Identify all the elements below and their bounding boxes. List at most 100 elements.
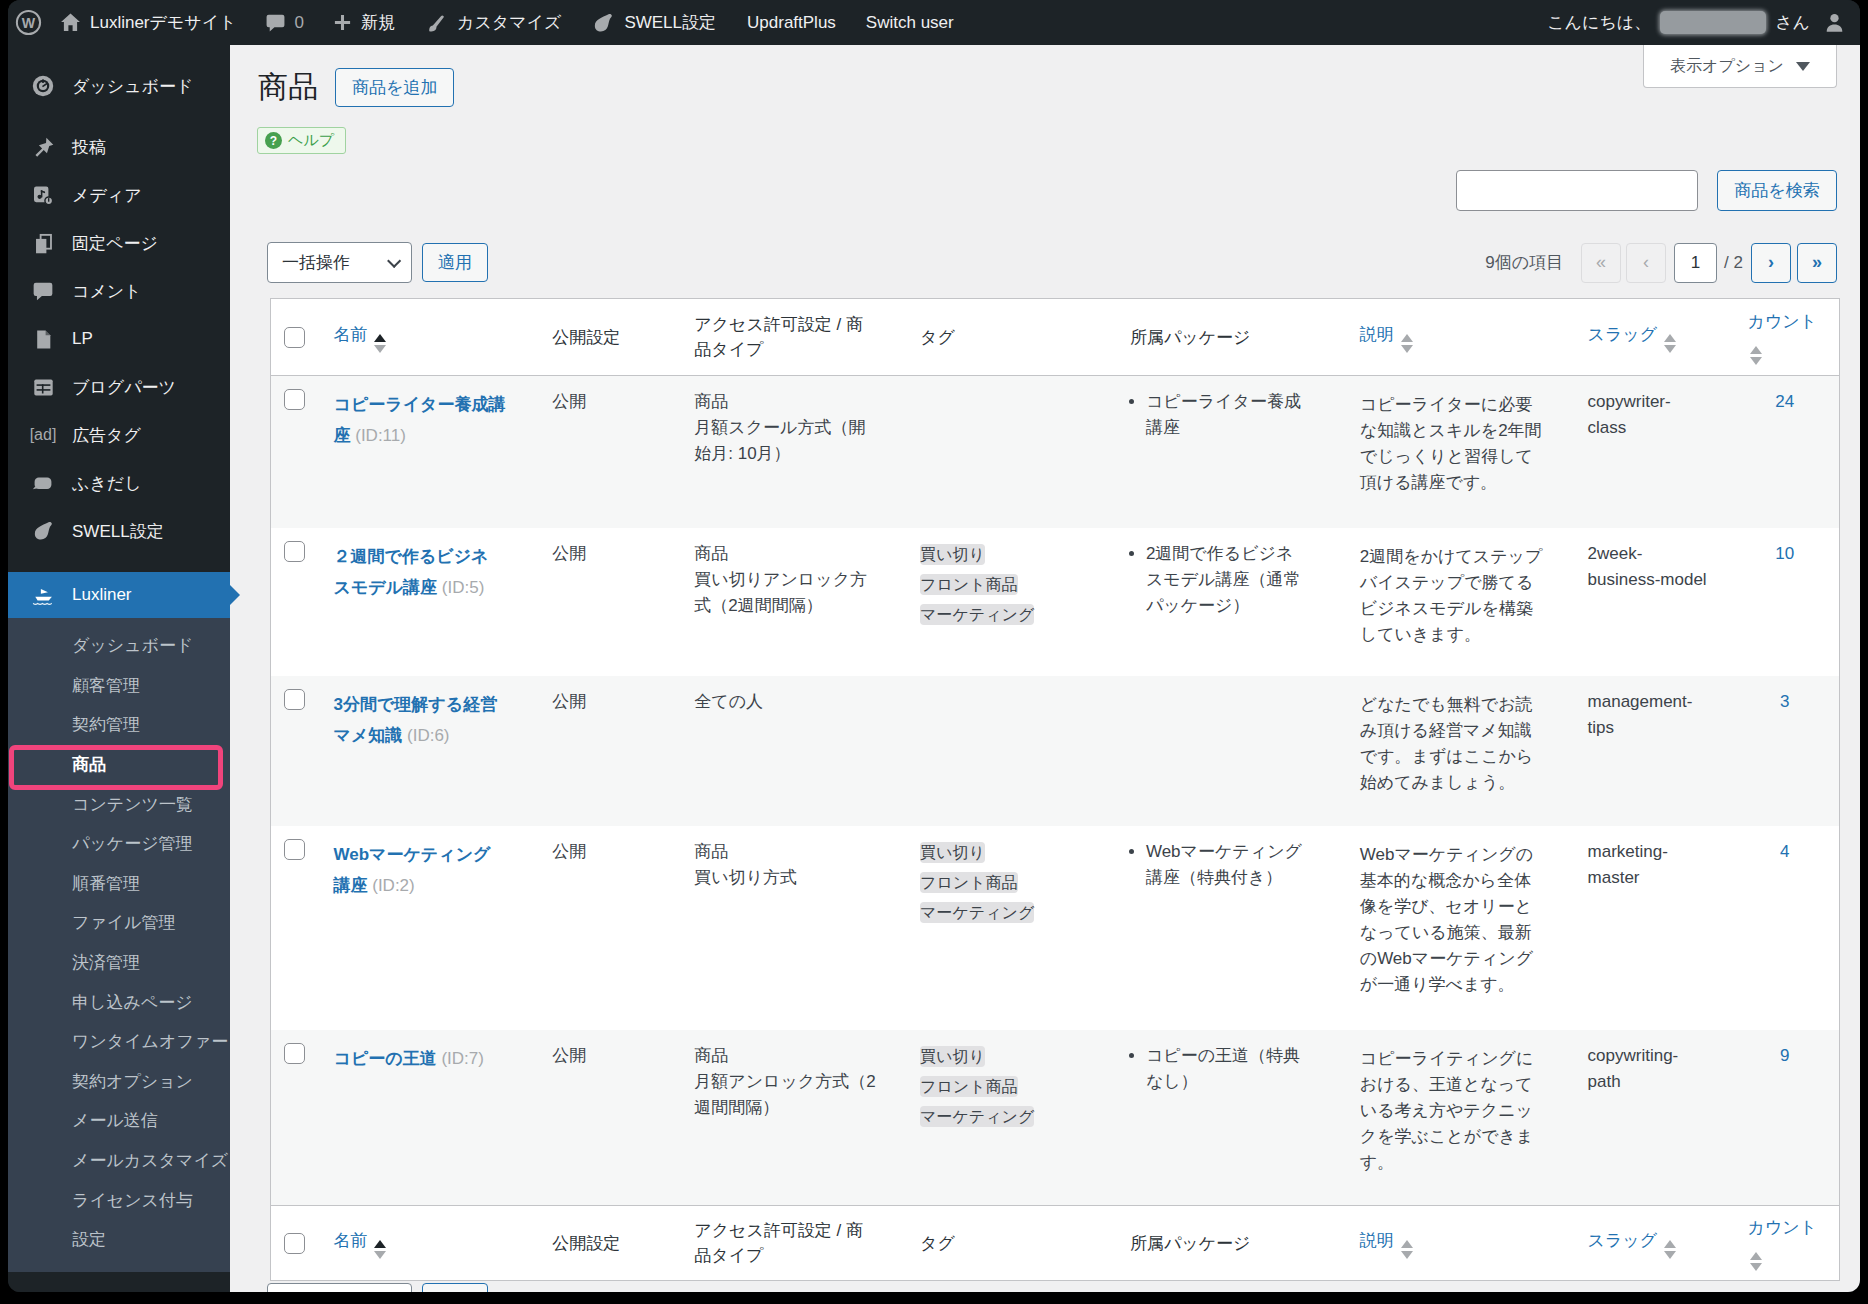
count-link[interactable]: 9 xyxy=(1780,1046,1789,1065)
submenu-item-order[interactable]: 順番管理 xyxy=(8,864,230,904)
table-header-row: 名前 公開設定 アクセス許可設定 / 商 品タイプ タグ 所属パッケージ 説明 … xyxy=(271,299,1840,376)
table-row: コピーの王道 (ID:7) 公開 商品 月額アンロック方式（2 週間間隔） 買い… xyxy=(271,1030,1840,1206)
row-checkbox[interactable] xyxy=(284,689,305,710)
row-checkbox[interactable] xyxy=(284,389,305,410)
comments-link[interactable]: 0 xyxy=(265,12,304,33)
screen-options-button[interactable]: 表示オプション xyxy=(1643,45,1837,88)
updraftplus-link[interactable]: UpdraftPlus xyxy=(747,13,836,33)
sort-by-description[interactable]: 説明 xyxy=(1360,1231,1394,1250)
count-link[interactable]: 10 xyxy=(1775,544,1794,563)
submenu-item-payments[interactable]: 決済管理 xyxy=(8,943,230,983)
row-checkbox[interactable] xyxy=(284,1043,305,1064)
submenu-item-files[interactable]: ファイル管理 xyxy=(8,903,230,943)
table-footer-row: 名前 公開設定 アクセス許可設定 / 商 品タイプ タグ 所属パッケージ 説明 … xyxy=(271,1206,1840,1281)
add-product-button[interactable]: 商品を追加 xyxy=(335,68,454,107)
submenu-item-mail-send[interactable]: メール送信 xyxy=(8,1101,230,1141)
tag-pill: 買い切り xyxy=(920,842,985,863)
help-badge[interactable]: ? ヘルプ xyxy=(257,127,346,154)
wordpress-logo[interactable]: W xyxy=(15,9,42,36)
customize-button[interactable]: カスタマイズ xyxy=(426,11,561,34)
prev-page-button[interactable]: ‹ xyxy=(1626,243,1666,283)
sidebar-item-label: 投稿 xyxy=(72,136,106,159)
last-page-button[interactable]: » xyxy=(1797,243,1837,283)
submenu-item-mail-customize[interactable]: メールカスタマイズ xyxy=(8,1141,230,1181)
product-name-link[interactable]: コピーの王道 xyxy=(333,1049,436,1068)
sidebar-item-dashboard[interactable]: ダッシュボード xyxy=(8,62,230,110)
swell-settings-link[interactable]: SWELL設定 xyxy=(591,11,716,35)
row-checkbox[interactable] xyxy=(284,541,305,562)
access-type: 全ての人 xyxy=(690,676,918,826)
submenu-item-contract-options[interactable]: 契約オプション xyxy=(8,1062,230,1102)
count-link[interactable]: 3 xyxy=(1780,692,1789,711)
select-all-checkbox[interactable] xyxy=(284,327,305,348)
chevron-down-icon xyxy=(387,253,401,267)
switch-user-link[interactable]: Switch user xyxy=(866,13,954,33)
published-status: 公開 xyxy=(545,676,690,826)
search-input[interactable] xyxy=(1456,170,1698,211)
submenu-item-settings[interactable]: 設定 xyxy=(8,1220,230,1260)
sidebar-item-pages[interactable]: 固定ページ xyxy=(8,219,230,267)
sort-by-name[interactable]: 名前 xyxy=(333,1231,367,1250)
bulk-action-label: 一括操作 xyxy=(282,251,350,274)
first-page-button[interactable]: « xyxy=(1581,243,1621,283)
sort-by-count[interactable]: カウント xyxy=(1748,312,1818,331)
sort-by-slug[interactable]: スラッグ xyxy=(1588,1231,1658,1250)
apply-button[interactable]: 適用 xyxy=(422,243,488,282)
bulk-action-select-bottom[interactable]: 一括操作 xyxy=(267,1283,412,1292)
count-link[interactable]: 4 xyxy=(1780,842,1789,861)
submenu-item-application-page[interactable]: 申し込みページ xyxy=(8,982,230,1022)
dashboard-icon xyxy=(30,74,56,98)
submenu-item-products[interactable]: 商品 xyxy=(8,745,230,785)
table-row: Webマーケティング 講座 (ID:2) 公開 商品 買い切り方式 買い切り フ… xyxy=(271,826,1840,1030)
sort-by-count[interactable]: カウント xyxy=(1748,1218,1818,1237)
sidebar-item-swell-settings[interactable]: SWELL設定 xyxy=(8,507,230,555)
sort-by-name[interactable]: 名前 xyxy=(333,325,367,344)
sort-by-slug[interactable]: スラッグ xyxy=(1588,325,1658,344)
count-link[interactable]: 24 xyxy=(1775,392,1794,411)
submenu-item-packages[interactable]: パッケージ管理 xyxy=(8,824,230,864)
submenu-item-customers[interactable]: 顧客管理 xyxy=(8,666,230,706)
tag-pill: マーケティング xyxy=(920,902,1034,923)
media-icon xyxy=(30,183,56,207)
sort-by-description[interactable]: 説明 xyxy=(1360,325,1394,344)
luxliner-submenu: ダッシュボード 顧客管理 契約管理 商品 コンテンツ一覧 パッケージ管理 順番管… xyxy=(8,618,230,1272)
sidebar-item-fukidashi[interactable]: ふきだし xyxy=(8,459,230,507)
new-label: 新規 xyxy=(361,11,395,34)
pushpin-icon xyxy=(30,136,56,159)
current-page-input[interactable]: 1 xyxy=(1674,243,1717,283)
submenu-item-dashboard[interactable]: ダッシュボード xyxy=(8,626,230,666)
home-icon xyxy=(60,12,81,33)
site-name: Luxlinerデモサイト xyxy=(90,11,237,34)
sidebar-item-blog-parts[interactable]: ブログパーツ xyxy=(8,363,230,411)
sidebar-item-label: ふきだし xyxy=(72,472,142,495)
submenu-item-onetime-offer[interactable]: ワンタイムオファー xyxy=(8,1022,230,1062)
new-content-button[interactable]: 新規 xyxy=(333,11,395,34)
table-row: 3分間で理解する経営 マメ知識 (ID:6) 公開 全ての人 どなたでも無料でお… xyxy=(271,676,1840,826)
row-checkbox[interactable] xyxy=(284,839,305,860)
access-type: 商品 月額スクール方式（開 始月: 10月） xyxy=(690,376,918,528)
account-menu[interactable]: こんにちは、 さん xyxy=(1547,11,1846,34)
boat-icon xyxy=(30,582,56,608)
current-menu-arrow xyxy=(230,585,240,605)
apply-button-bottom[interactable]: 適用 xyxy=(422,1283,488,1292)
bulk-action-select[interactable]: 一括操作 xyxy=(267,242,412,283)
sidebar-item-label: ダッシュボード xyxy=(72,75,193,98)
site-home-link[interactable]: Luxlinerデモサイト xyxy=(60,11,237,34)
submenu-item-contents[interactable]: コンテンツ一覧 xyxy=(8,784,230,824)
access-type: 商品 月額アンロック方式（2 週間間隔） xyxy=(690,1030,918,1206)
sidebar-item-ad-tags[interactable]: [ad] 広告タグ xyxy=(8,411,230,459)
sidebar-item-comments[interactable]: コメント xyxy=(8,267,230,315)
select-all-checkbox[interactable] xyxy=(284,1233,305,1254)
package-item: 2週間で作るビジネ スモデル講座（通常 パッケージ） xyxy=(1146,541,1353,619)
swell-icon xyxy=(30,519,56,543)
submenu-item-license[interactable]: ライセンス付与 xyxy=(8,1180,230,1220)
admin-sidebar: ダッシュボード 投稿 メディア 固定ページ xyxy=(8,45,230,1292)
user-icon xyxy=(1823,11,1846,34)
search-products-button[interactable]: 商品を検索 xyxy=(1717,170,1837,211)
submenu-item-contracts[interactable]: 契約管理 xyxy=(8,705,230,745)
sidebar-item-media[interactable]: メディア xyxy=(8,171,230,219)
sidebar-item-posts[interactable]: 投稿 xyxy=(8,123,230,171)
sidebar-item-luxliner[interactable]: Luxliner xyxy=(8,572,230,618)
next-page-button[interactable]: › xyxy=(1751,243,1791,283)
sidebar-item-lp[interactable]: LP xyxy=(8,315,230,363)
